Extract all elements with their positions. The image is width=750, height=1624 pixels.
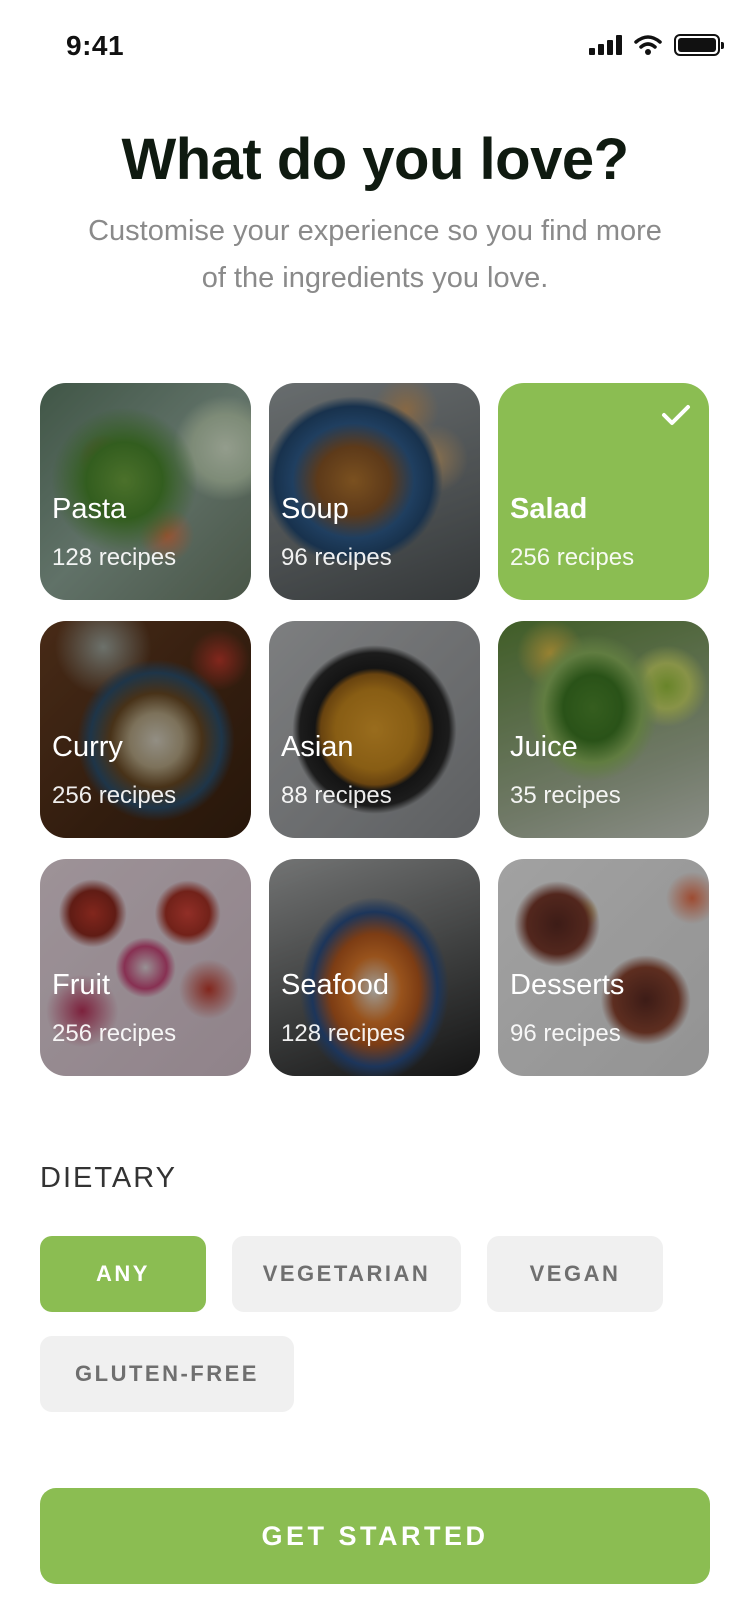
status-bar: 9:41 bbox=[0, 0, 750, 96]
category-count: 96 recipes bbox=[281, 544, 392, 571]
status-time: 9:41 bbox=[66, 30, 125, 61]
category-card-curry[interactable]: Curry 256 recipes bbox=[40, 621, 251, 838]
dietary-chip-vegan[interactable]: VEGAN bbox=[487, 1236, 663, 1312]
category-card-asian[interactable]: Asian 88 recipes bbox=[269, 621, 480, 838]
dietary-chip-gluten-free[interactable]: GLUTEN-FREE bbox=[40, 1336, 294, 1412]
category-count: 88 recipes bbox=[281, 782, 392, 809]
category-count: 256 recipes bbox=[52, 782, 177, 809]
category-label: Curry bbox=[52, 731, 123, 763]
category-card-fruit[interactable]: Fruit 256 recipes bbox=[40, 859, 251, 1076]
category-label: Asian bbox=[281, 731, 354, 763]
page-subtitle: Customise your experience so you find mo… bbox=[88, 215, 662, 294]
dietary-heading: DIETARY bbox=[40, 1162, 178, 1194]
category-count: 35 recipes bbox=[510, 782, 621, 809]
battery-icon bbox=[674, 34, 724, 56]
category-card-juice[interactable]: Juice 35 recipes bbox=[498, 621, 709, 838]
checkmark-icon bbox=[662, 405, 690, 425]
category-label: Desserts bbox=[510, 969, 625, 1001]
category-card-soup[interactable]: Soup 96 recipes bbox=[269, 383, 480, 600]
category-count: 256 recipes bbox=[510, 544, 635, 571]
category-label: Juice bbox=[510, 731, 578, 763]
category-card-pasta[interactable]: Pasta 128 recipes bbox=[40, 383, 251, 600]
category-card-seafood[interactable]: Seafood 128 recipes bbox=[269, 859, 480, 1076]
category-count: 128 recipes bbox=[281, 1020, 406, 1047]
category-label: Seafood bbox=[281, 969, 390, 1001]
page-title: What do you love? bbox=[121, 127, 629, 192]
category-label: Pasta bbox=[52, 493, 127, 525]
wifi-icon bbox=[634, 35, 662, 55]
category-card-desserts[interactable]: Desserts 96 recipes bbox=[498, 859, 709, 1076]
category-label: Soup bbox=[281, 493, 349, 525]
category-card-salad[interactable]: Salad 256 recipes bbox=[498, 383, 709, 600]
category-label: Salad bbox=[510, 493, 588, 525]
get-started-button[interactable]: GET STARTED bbox=[40, 1488, 710, 1584]
category-label: Fruit bbox=[52, 969, 110, 1001]
category-count: 256 recipes bbox=[52, 1020, 177, 1047]
category-count: 96 recipes bbox=[510, 1020, 621, 1047]
dietary-chip-any[interactable]: ANY bbox=[40, 1236, 206, 1312]
category-grid: Pasta 128 recipes Soup 96 recipes Salad … bbox=[40, 383, 710, 1076]
status-icons bbox=[589, 34, 724, 56]
category-count: 128 recipes bbox=[52, 544, 177, 571]
cellular-signal-icon bbox=[589, 35, 622, 55]
dietary-chip-vegetarian[interactable]: VEGETARIAN bbox=[232, 1236, 461, 1312]
